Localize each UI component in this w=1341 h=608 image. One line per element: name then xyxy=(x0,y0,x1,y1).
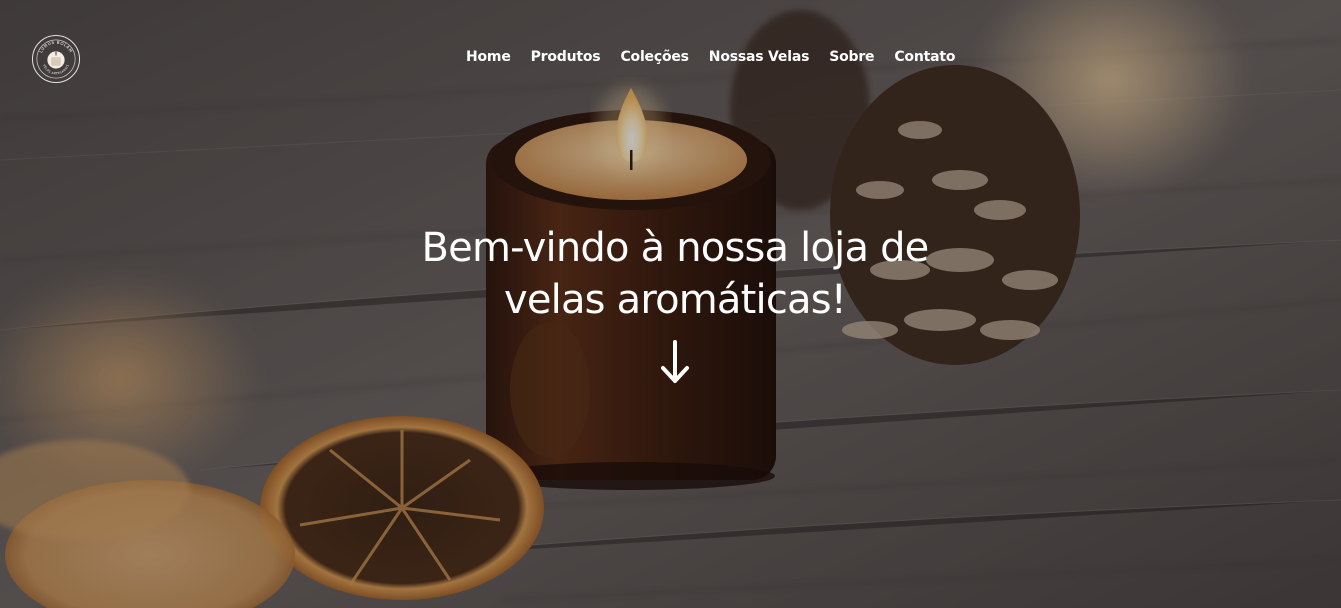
nav-item-colecoes[interactable]: Coleções xyxy=(620,49,689,65)
arrow-down-icon xyxy=(661,340,689,383)
main-navigation: Home Produtos Coleções Nossas Velas Sobr… xyxy=(466,46,955,68)
nav-item-contato[interactable]: Contato xyxy=(894,49,955,65)
brand-logo[interactable]: LUMUS BOLAM VELAS ARTESANAIS xyxy=(32,35,80,83)
nav-item-sobre[interactable]: Sobre xyxy=(829,49,874,65)
nav-item-home[interactable]: Home xyxy=(466,49,511,65)
candle-logo-icon: LUMUS BOLAM VELAS ARTESANAIS xyxy=(36,39,76,79)
nav-item-nossas-velas[interactable]: Nossas Velas xyxy=(709,49,810,65)
hero-headline: Bem-vindo à nossa loja de velas aromátic… xyxy=(421,225,930,323)
scroll-down-button[interactable] xyxy=(658,338,692,388)
nav-item-produtos[interactable]: Produtos xyxy=(531,49,601,65)
hero-section: LUMUS BOLAM VELAS ARTESANAIS Home Produt… xyxy=(0,0,1341,608)
